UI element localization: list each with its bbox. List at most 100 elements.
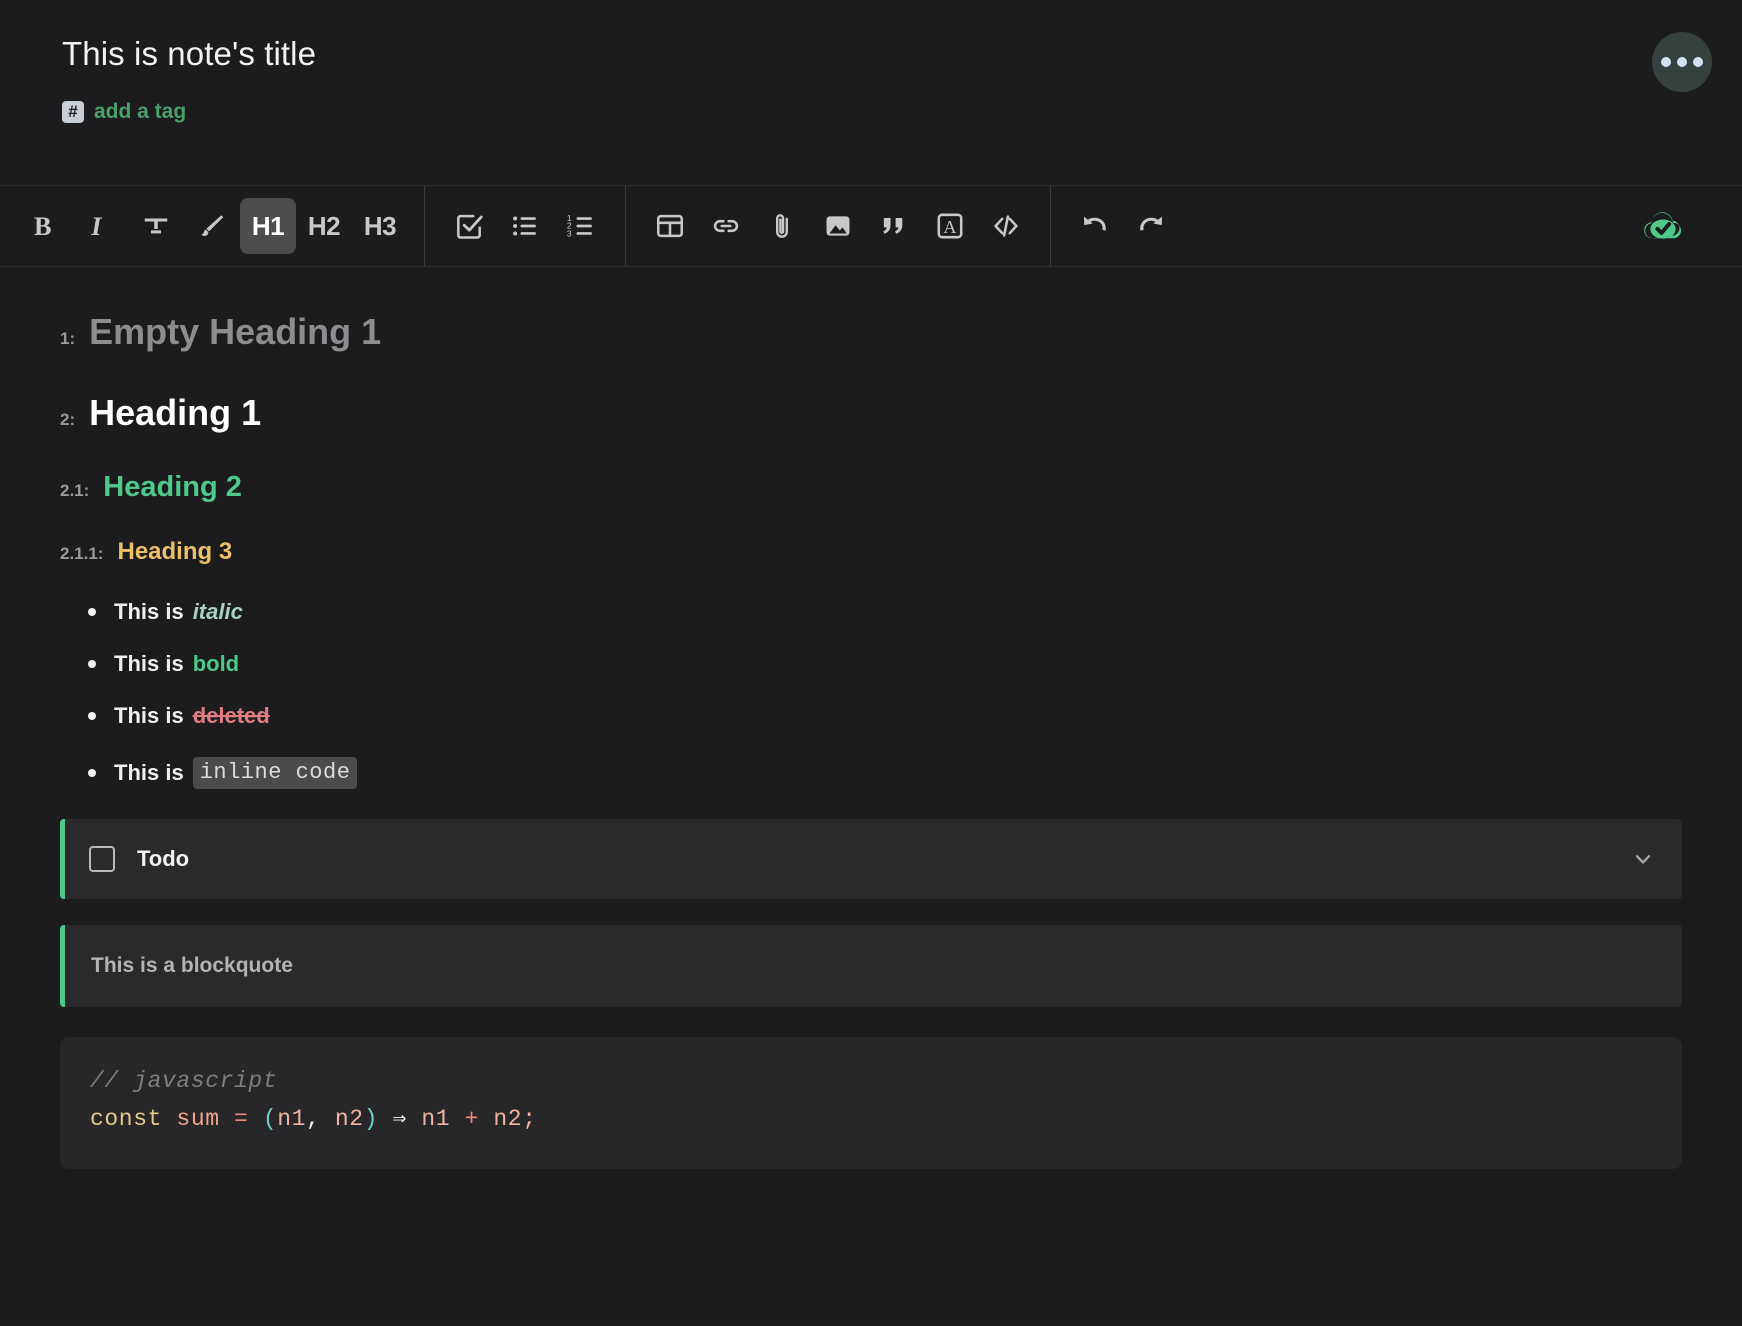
heading-1-label: H1 — [251, 210, 285, 241]
list-item-emphasis: bold — [192, 651, 240, 677]
boxed-a-icon: A — [937, 213, 963, 239]
strikethrough-button[interactable] — [128, 198, 184, 254]
code-token: n1 — [277, 1106, 307, 1133]
list-item[interactable]: This is bold — [82, 653, 1682, 675]
code-token: ) — [363, 1106, 379, 1133]
paperclip-icon — [776, 214, 788, 238]
heading-2-label: H2 — [307, 210, 341, 241]
list-item-emphasis: deleted — [192, 703, 270, 729]
code-line: const sum = (n1, n2) ⇒ n1 + n2; — [90, 1101, 1652, 1139]
code-token: const — [90, 1106, 163, 1133]
blockquote-button[interactable] — [866, 198, 922, 254]
list-item[interactable]: This is italic — [82, 601, 1682, 623]
table-button[interactable] — [642, 198, 698, 254]
text-box-button[interactable]: A — [922, 198, 978, 254]
code-token: + — [464, 1106, 479, 1133]
heading-text: Heading 3 — [117, 538, 233, 566]
dot-icon — [1693, 57, 1703, 67]
bullet-list: This is italic This is bold This is dele… — [60, 601, 1682, 790]
heading-3-label: H3 — [363, 210, 397, 241]
editor-toolbar: B I H1 H2 H3 1 2 3 A — [0, 185, 1742, 267]
svg-text:I: I — [90, 212, 102, 241]
italic-icon: I — [90, 212, 102, 241]
toolbar-group-formatting: B I H1 H2 H3 — [0, 186, 425, 266]
add-tag-button[interactable]: # add a tag — [62, 100, 186, 124]
bullet-list-button[interactable] — [497, 198, 553, 254]
bullet-list-icon — [513, 216, 536, 236]
list-item-prefix: This is — [114, 651, 184, 677]
numbered-list-icon: 1 2 3 — [567, 213, 592, 238]
italic-button[interactable]: I — [72, 198, 128, 254]
note-body: 1: Empty Heading 1 2: Heading 1 2.1: Hea… — [0, 267, 1742, 1170]
todo-label: Todo — [137, 846, 190, 872]
code-token: n1 — [421, 1106, 451, 1133]
list-item-emphasis: inline code — [192, 757, 358, 790]
link-button[interactable] — [698, 198, 754, 254]
heading-text: Heading 1 — [89, 392, 262, 433]
code-icon — [994, 215, 1018, 237]
code-token: , — [306, 1106, 335, 1133]
attachment-button[interactable] — [754, 198, 810, 254]
redo-button[interactable] — [1123, 198, 1179, 254]
list-item-prefix: This is — [114, 599, 184, 625]
heading-row-2[interactable]: 2: Heading 1 — [60, 390, 1682, 435]
code-token: n2 — [334, 1106, 364, 1133]
strikethrough-icon — [144, 218, 168, 234]
todo-collapse-button[interactable] — [1630, 846, 1656, 872]
blockquote-block[interactable]: This is a blockquote — [60, 925, 1682, 1008]
undo-button[interactable] — [1067, 198, 1123, 254]
more-options-button[interactable] — [1652, 32, 1712, 92]
code-token: ( — [262, 1106, 278, 1133]
list-item-prefix: This is — [114, 760, 184, 786]
undo-icon — [1083, 216, 1106, 231]
heading-number: 2.1: — [60, 481, 90, 500]
numbered-list-button[interactable]: 1 2 3 — [553, 198, 609, 254]
toolbar-group-insert: A — [626, 186, 1051, 266]
heading-2-button[interactable]: H2 — [296, 198, 352, 254]
heading-number: 1: — [60, 329, 76, 348]
svg-text:3: 3 — [567, 228, 572, 238]
heading-3-button[interactable]: H3 — [352, 198, 408, 254]
list-item[interactable]: This is inline code — [82, 757, 1682, 790]
heading-row-1[interactable]: 1: Empty Heading 1 — [60, 309, 1682, 354]
heading-number: 2.1.1: — [60, 544, 104, 564]
heading-number: 2: — [60, 410, 76, 429]
heading-row-2-1[interactable]: 2.1: Heading 2 — [60, 469, 1682, 505]
code-block[interactable]: // javascript const sum = (n1, n2) ⇒ n1 … — [60, 1037, 1682, 1170]
blockquote-text: This is a blockquote — [91, 954, 293, 978]
highlight-button[interactable] — [184, 198, 240, 254]
heading-row-2-1-1[interactable]: 2.1.1: Heading 3 — [60, 537, 1682, 567]
bold-button[interactable]: B — [16, 198, 72, 254]
heading-text: Empty Heading 1 — [89, 311, 382, 352]
code-block-button[interactable] — [978, 198, 1034, 254]
code-token: ⇒ — [392, 1106, 407, 1133]
hash-icon: # — [62, 100, 84, 123]
list-item-emphasis: italic — [192, 599, 243, 625]
cloud-check-icon — [1644, 212, 1682, 239]
checklist-button[interactable] — [441, 198, 497, 254]
dot-icon — [1677, 57, 1687, 67]
page-title[interactable]: This is note's title — [62, 34, 1680, 74]
list-item[interactable]: This is deleted — [82, 705, 1682, 727]
image-button[interactable] — [810, 198, 866, 254]
todo-checkbox[interactable] — [89, 846, 115, 873]
save-status-indicator — [1640, 203, 1686, 249]
todo-block[interactable]: Todo — [60, 819, 1682, 900]
heading-1-button[interactable]: H1 — [240, 198, 296, 254]
toolbar-group-lists: 1 2 3 — [425, 186, 626, 266]
code-token: = — [234, 1106, 249, 1133]
code-comment: // javascript — [90, 1068, 278, 1095]
dot-icon — [1661, 57, 1671, 67]
add-tag-label: add a tag — [94, 99, 187, 123]
list-item-prefix: This is — [114, 703, 184, 729]
chevron-down-icon — [1635, 855, 1651, 864]
redo-icon — [1140, 216, 1163, 231]
brush-icon — [201, 215, 224, 236]
code-token: sum — [176, 1106, 220, 1133]
table-icon — [657, 214, 684, 238]
checkbox-icon — [457, 214, 483, 239]
